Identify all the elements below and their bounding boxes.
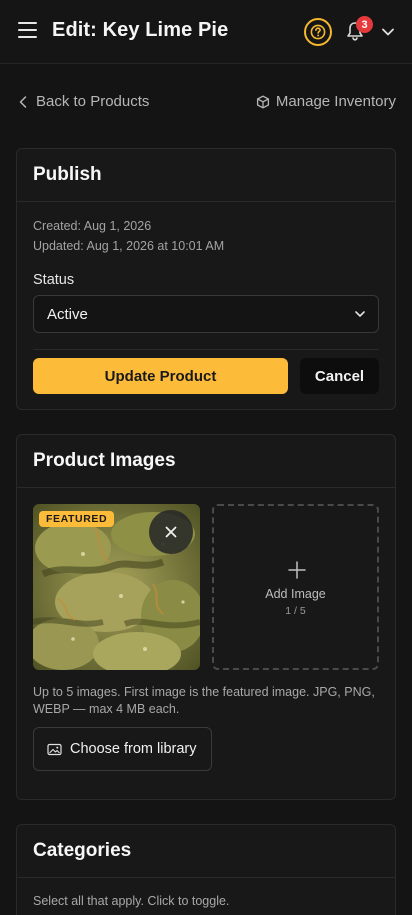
choose-from-library-label: Choose from library — [70, 741, 197, 757]
cancel-button[interactable]: Cancel — [300, 358, 379, 394]
featured-image-thumbnail[interactable]: FEATURED — [33, 504, 200, 670]
chevron-down-icon[interactable] — [380, 25, 396, 39]
remove-image-button[interactable] — [149, 510, 193, 554]
chevron-down-icon — [355, 311, 365, 317]
product-images-card: Product Images FEATURED Add Image 1 / 5 … — [16, 434, 396, 800]
sub-navigation: Back to Products Manage Inventory — [0, 88, 412, 116]
back-to-products-link[interactable]: Back to Products — [18, 93, 149, 110]
close-icon — [165, 526, 177, 538]
notification-count-badge: 3 — [356, 16, 373, 33]
status-select[interactable]: Active — [33, 295, 379, 333]
update-product-button[interactable]: Update Product — [33, 358, 288, 394]
image-count: 1 / 5 — [285, 605, 306, 617]
chevron-left-icon — [19, 95, 27, 108]
image-upload-hint: Up to 5 images. First image is the featu… — [33, 685, 375, 716]
manage-inventory-link[interactable]: Manage Inventory — [256, 93, 396, 110]
publish-card-title: Publish — [17, 149, 395, 202]
notifications-button[interactable]: 3 — [344, 16, 373, 44]
image-icon — [47, 743, 62, 755]
add-image-tile[interactable]: Add Image 1 / 5 — [212, 504, 379, 670]
box-icon — [256, 95, 269, 108]
hamburger-menu-icon[interactable] — [18, 22, 38, 40]
status-label: Status — [33, 272, 75, 288]
top-bar: Edit: Key Lime Pie 3 — [0, 0, 412, 64]
plus-icon — [288, 561, 306, 579]
created-date: Created: Aug 1, 2026 — [33, 219, 152, 233]
choose-from-library-button[interactable]: Choose from library — [33, 727, 212, 771]
divider — [33, 349, 379, 350]
question-mark-icon — [310, 24, 326, 40]
categories-hint: Select all that apply. Click to toggle. — [33, 894, 230, 908]
product-images-title: Product Images — [17, 435, 395, 488]
manage-inventory-label: Manage Inventory — [275, 93, 396, 110]
publish-card: Publish Created: Aug 1, 2026 Updated: Au… — [16, 148, 396, 410]
featured-badge: FEATURED — [39, 511, 115, 527]
categories-card: Categories Select all that apply. Click … — [16, 824, 396, 915]
back-link-label: Back to Products — [36, 93, 150, 110]
updated-date: Updated: Aug 1, 2026 at 10:01 AM — [33, 239, 225, 253]
help-button[interactable] — [304, 18, 332, 46]
page-title: Edit: Key Lime Pie — [52, 19, 229, 41]
add-image-label: Add Image — [265, 587, 326, 601]
status-select-value: Active — [47, 305, 88, 323]
categories-title: Categories — [17, 825, 395, 878]
